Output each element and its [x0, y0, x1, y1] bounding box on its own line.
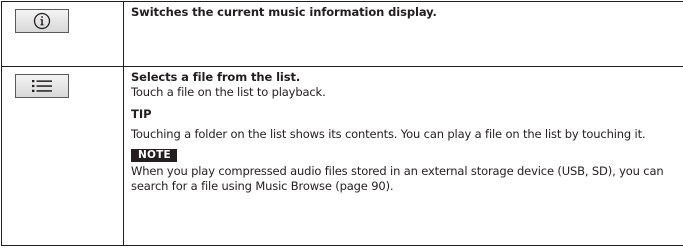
- icon-cell: [1, 66, 124, 246]
- row-text: Touch a file on the list to playback.: [131, 85, 326, 99]
- description-cell: Switches the current music information d…: [123, 1, 683, 67]
- list-button: [15, 74, 69, 98]
- table-row: Switches the current music information d…: [1, 1, 683, 67]
- note-text: When you play compressed audio files sto…: [131, 164, 664, 193]
- table-row: Selects a file from the list. Touch a fi…: [1, 66, 683, 246]
- row-title: Switches the current music information d…: [131, 5, 437, 19]
- function-table: Switches the current music information d…: [1, 1, 683, 246]
- tip-heading: TIP: [131, 107, 152, 121]
- note-badge: NOTE: [131, 149, 177, 162]
- info-icon: [33, 12, 51, 30]
- tip-text: Touching a folder on the list shows its …: [131, 127, 646, 141]
- icon-cell: [1, 1, 124, 67]
- row-title: Selects a file from the list.: [131, 70, 301, 84]
- list-icon: [32, 80, 52, 92]
- info-button: [15, 9, 69, 33]
- description-cell: Selects a file from the list. Touch a fi…: [123, 66, 683, 246]
